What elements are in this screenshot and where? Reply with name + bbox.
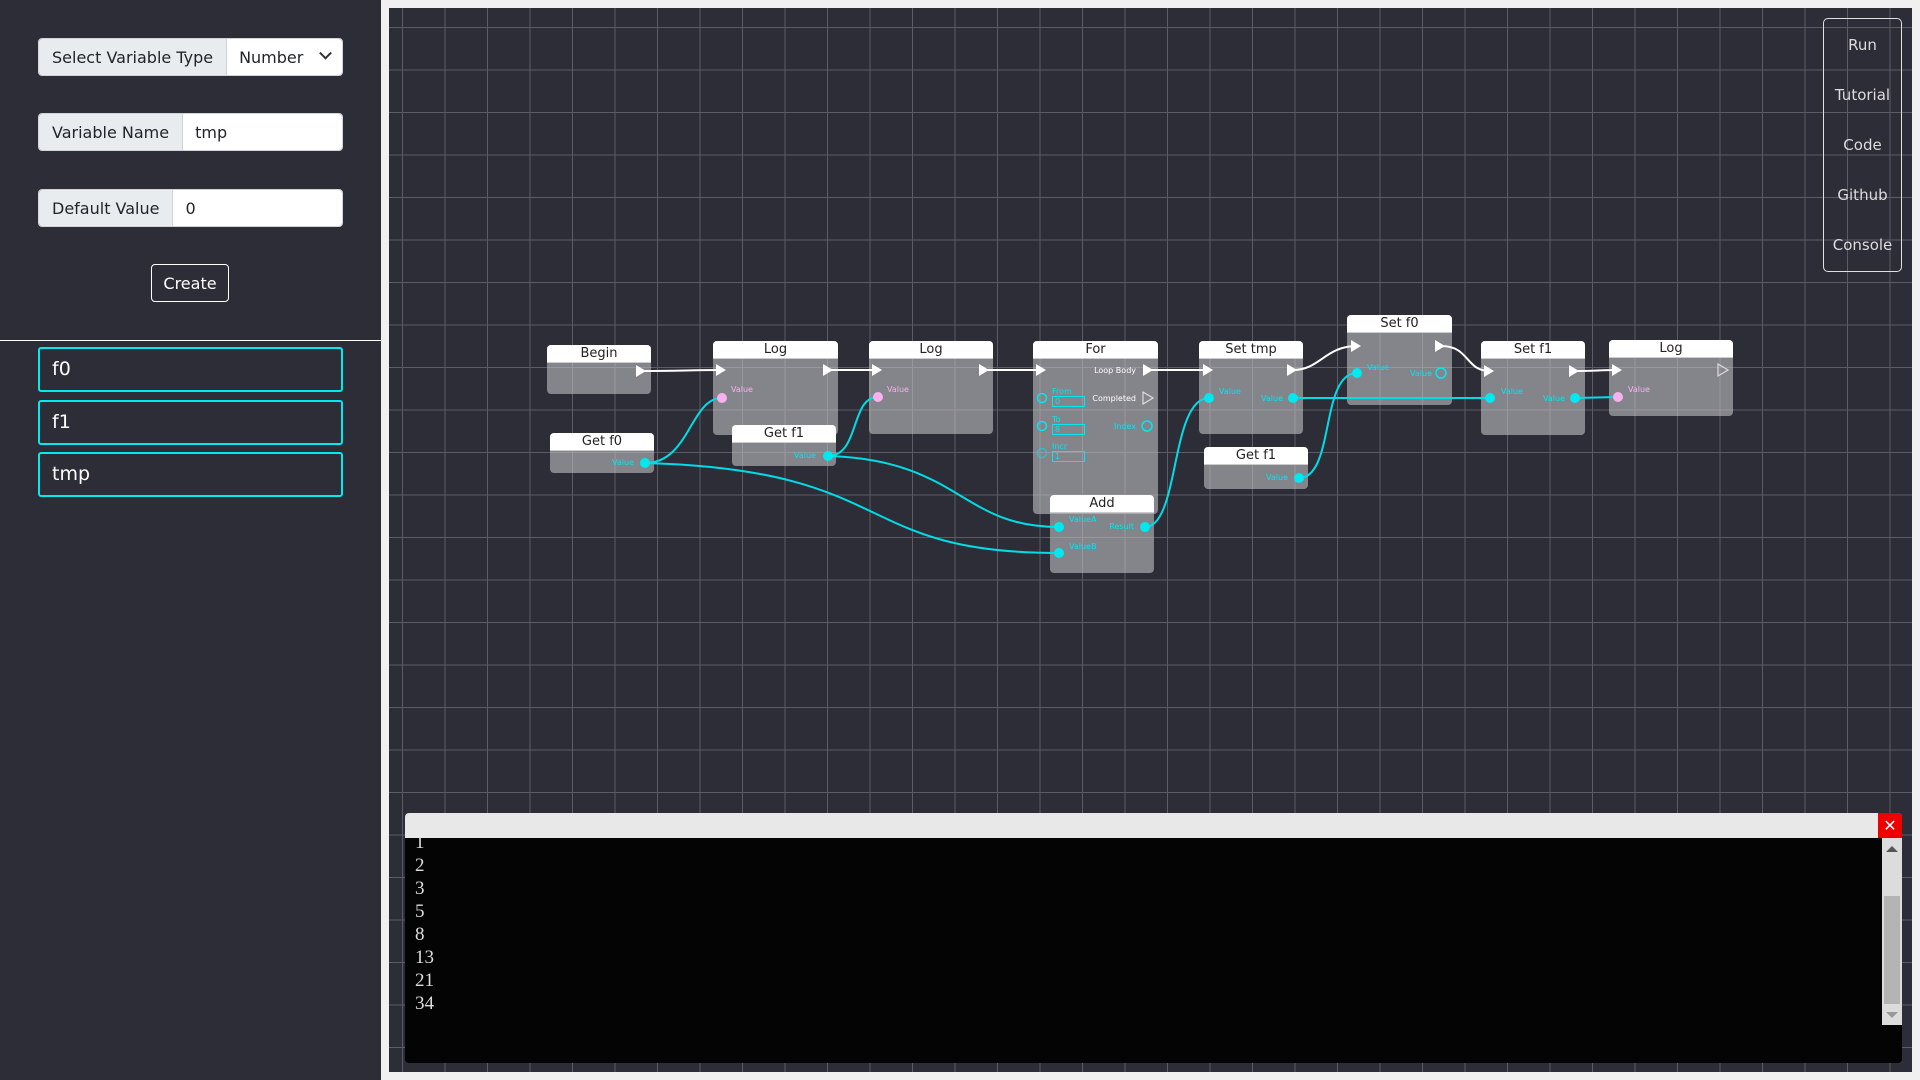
- console-panel: 1 2 3 5 8 13 21 34 ✕: [405, 813, 1902, 1063]
- pin-label: Value: [794, 451, 816, 460]
- node-title: Log: [1609, 340, 1733, 358]
- node-title: Get f0: [550, 433, 654, 451]
- pin-label: Value: [1628, 385, 1650, 394]
- node-log-3[interactable]: Log Value: [1609, 340, 1733, 416]
- default-value-label: Default Value: [39, 190, 174, 226]
- node-title: Set f1: [1481, 341, 1585, 359]
- create-button[interactable]: Create: [151, 264, 229, 302]
- pin-label: Loop Body: [1094, 366, 1136, 375]
- incr-input[interactable]: 1: [1052, 451, 1085, 462]
- node-log-1[interactable]: Log Value: [713, 341, 838, 435]
- node-title: Set tmp: [1199, 341, 1303, 359]
- scroll-up-icon[interactable]: [1886, 846, 1898, 852]
- node-log-2[interactable]: Log Value: [869, 341, 993, 434]
- main-menu: Run Tutorial Code Github Console: [1823, 18, 1902, 272]
- pin-label: Value: [1266, 473, 1288, 482]
- pin-label: ValueA: [1069, 515, 1097, 524]
- node-title: Get f1: [732, 425, 836, 443]
- divider: [0, 340, 381, 341]
- pin-label: Value: [1501, 387, 1523, 396]
- node-for[interactable]: For Loop Body Completed Index From 0 To …: [1033, 341, 1158, 514]
- pin-label: Value: [1367, 363, 1389, 372]
- node-title: Begin: [547, 345, 651, 363]
- console-line: 8: [415, 924, 425, 945]
- variable-item-tmp[interactable]: tmp: [38, 452, 343, 497]
- default-value-group: Default Value: [38, 189, 343, 227]
- node-set-tmp[interactable]: Set tmp Value Value: [1199, 341, 1303, 434]
- run-button[interactable]: Run: [1824, 36, 1901, 54]
- node-add[interactable]: Add ValueA ValueB Result: [1050, 495, 1154, 573]
- tutorial-button[interactable]: Tutorial: [1824, 86, 1901, 104]
- console-line: 13: [415, 947, 434, 968]
- node-get-f1-b[interactable]: Get f1 Value: [1204, 447, 1308, 489]
- pin-label: Value: [1543, 394, 1565, 403]
- node-get-f1[interactable]: Get f1 Value: [732, 425, 836, 466]
- variable-name-label: Variable Name: [39, 114, 184, 150]
- scrollbar-thumb[interactable]: [1884, 896, 1900, 1004]
- pin-label: Value: [1261, 394, 1283, 403]
- variable-item-f1[interactable]: f1: [38, 400, 343, 445]
- console-line: 21: [415, 970, 434, 991]
- node-set-f0[interactable]: Set f0 Value Value: [1347, 315, 1452, 405]
- console-header[interactable]: [405, 813, 1902, 838]
- pin-label: Value: [1410, 369, 1432, 378]
- node-title: Log: [713, 341, 838, 359]
- node-get-f0[interactable]: Get f0 Value: [550, 433, 654, 473]
- console-line: 34: [415, 993, 434, 1014]
- node-begin[interactable]: Begin: [547, 345, 651, 394]
- from-input[interactable]: 0: [1052, 396, 1085, 407]
- pin-label: Value: [1219, 387, 1241, 396]
- console-line: 2: [415, 855, 425, 876]
- pin-label: From: [1052, 387, 1072, 396]
- pin-label: Incr: [1052, 442, 1068, 451]
- node-title: Log: [869, 341, 993, 359]
- pin-label: Value: [887, 385, 909, 394]
- github-button[interactable]: Github: [1824, 186, 1901, 204]
- variable-type-group: Select Variable Type Number: [38, 38, 343, 76]
- variable-item-f0[interactable]: f0: [38, 347, 343, 392]
- node-title: Get f1: [1204, 447, 1308, 465]
- pin-label: ValueB: [1069, 542, 1097, 551]
- code-button[interactable]: Code: [1824, 136, 1901, 154]
- scroll-down-icon[interactable]: [1886, 1012, 1898, 1018]
- pin-label: Index: [1113, 422, 1136, 431]
- node-title: Set f0: [1347, 315, 1452, 333]
- default-value-input[interactable]: [173, 190, 342, 226]
- chevron-down-icon: [319, 46, 332, 60]
- console-line: 5: [415, 901, 425, 922]
- node-set-f1[interactable]: Set f1 Value Value: [1481, 341, 1585, 435]
- console-output: 1 2 3 5 8 13 21 34: [415, 831, 434, 1015]
- pin-label: Value: [731, 385, 753, 394]
- pin-label: Result: [1109, 522, 1134, 531]
- console-button[interactable]: Console: [1824, 236, 1901, 254]
- to-input[interactable]: 8: [1052, 424, 1085, 435]
- console-line: 3: [415, 878, 425, 899]
- close-icon[interactable]: ✕: [1878, 813, 1902, 838]
- variable-type-label: Select Variable Type: [39, 39, 228, 75]
- pin-label: To: [1052, 415, 1061, 424]
- variable-panel: Select Variable Type Number Variable Nam…: [0, 0, 381, 1080]
- console-scrollbar[interactable]: [1882, 838, 1902, 1025]
- pin-label: Completed: [1092, 394, 1136, 403]
- pin-label: Value: [612, 458, 634, 467]
- node-title: For: [1033, 341, 1158, 359]
- node-title: Add: [1050, 495, 1154, 513]
- variable-name-input[interactable]: [183, 114, 342, 150]
- variable-type-value: Number: [239, 47, 304, 67]
- variable-name-group: Variable Name: [38, 113, 343, 151]
- variable-type-select[interactable]: Number: [227, 39, 342, 75]
